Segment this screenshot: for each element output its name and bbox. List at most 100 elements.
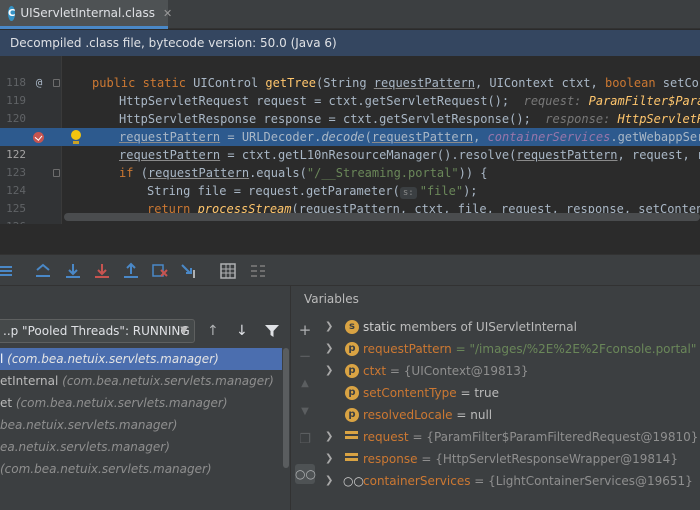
code-token: if [119,166,141,180]
code-line[interactable]: 125 String file = request.getParameter(s… [0,182,700,215]
code-token: ( [364,130,372,144]
close-icon[interactable]: ✕ [163,7,172,20]
minus-icon[interactable]: − [295,346,315,366]
thread-selector-bar: ..p "Pooled Threads": RUNNING ▼ ↑ ↓ [0,318,290,344]
variable-row[interactable]: ❯ s static members of UIServletInternal [319,316,700,338]
variable-row[interactable]: p resolvedLocale = null [319,404,700,426]
code-token: containerServices [487,130,611,144]
code-token: .getWebappServic [610,130,700,144]
move-up-icon[interactable]: ▲ [295,374,315,394]
arrow-down-icon[interactable]: ↓ [236,323,248,339]
code-token: HttpServletRequest request = ctxt.getSer… [119,94,510,108]
code-token: "/__Streaming.portal" [306,166,459,180]
breakpoint-icon[interactable] [33,132,44,143]
code-token: getTree [265,76,316,90]
watch-glasses-icon: ○○ [343,474,364,488]
code-token: requestPattern [516,148,618,162]
banner-text: Decompiled .class file, bytecode version… [10,36,337,50]
variable-row[interactable]: ❯ request = {ParamFilter$ParamFilteredRe… [319,426,700,448]
copy-icon[interactable]: ❐ [295,430,315,450]
variable-row[interactable]: ❯ ○○ containerServices = {LightContainer… [319,470,700,492]
glasses-icon[interactable]: ○○ [295,464,316,484]
code-token: requestPattern [119,130,221,144]
plus-icon[interactable]: + [295,320,315,340]
chevron-right-icon[interactable]: ❯ [325,338,333,360]
frame-item[interactable]: bea.netuix.servlets.manager) [0,414,282,436]
frame-item[interactable]: l (com.bea.netuix.servlets.manager) [0,348,282,370]
variable-row[interactable]: ❯ p ctxt = {UIContext@19813} [319,360,700,382]
filter-icon[interactable] [264,324,280,338]
frame-item[interactable]: et (com.bea.netuix.servlets.manager) [0,392,282,414]
chevron-right-icon[interactable]: ❯ [325,426,333,448]
variables-toolbar: + − ▲ ▼ ❐ ○○ [291,316,319,510]
code-token: setConten [662,76,700,90]
trace-icon[interactable] [248,261,268,281]
editor-tab-bar: C UIServletInternal.class ✕ [0,0,700,29]
chevron-right-icon[interactable]: ❯ [325,470,333,492]
code-token: , [473,130,488,144]
code-editor[interactable]: 118 119 @ public static UIControl getTre… [0,56,700,224]
chevron-down-icon: ▼ [180,325,188,336]
variable-row[interactable]: ❯ p requestPattern = "/images/%2E%2E%2Fc… [319,338,700,360]
horizontal-scrollbar[interactable] [64,213,700,221]
class-c-icon: C [8,5,16,21]
code-token: "file" [419,184,464,198]
chevron-right-icon[interactable]: ❯ [325,448,333,470]
run-to-cursor-icon[interactable] [179,261,199,281]
code-line[interactable]: 119 @ public static UIControl getTree(St… [0,74,700,107]
force-step-into-icon[interactable] [92,261,112,281]
drop-frame-icon[interactable] [150,261,170,281]
step-over-icon[interactable] [63,261,83,281]
frame-list: l (com.bea.netuix.servlets.manager) etIn… [0,348,282,510]
code-token: = URLDecoder. [220,130,322,144]
lightbulb-icon[interactable] [70,130,82,144]
code-token: requestPattern [373,76,475,90]
parameter-icon: p [345,386,359,400]
decompiled-banner: Decompiled .class file, bytecode version… [0,30,700,56]
hamburger-icon[interactable] [0,261,20,281]
fold-icon[interactable] [53,79,60,87]
code-token: )) { [458,166,488,180]
frame-item[interactable]: etInternal (com.bea.netuix.servlets.mana… [0,370,282,392]
frame-item[interactable]: (com.bea.netuix.servlets.manager) [0,458,282,480]
tab-uiservletinternal[interactable]: C UIServletInternal.class ✕ [0,0,172,29]
code-line[interactable]: 118 [0,56,700,89]
variables-tree: ❯ s static members of UIServletInternal … [319,316,700,510]
evaluate-expression-icon[interactable] [218,261,238,281]
arrow-up-icon[interactable]: ↑ [207,323,219,339]
field-icon [345,452,359,466]
code-token: requestPattern [147,166,250,180]
code-line[interactable]: 124 if (requestPattern.equals("/__Stream… [0,164,700,197]
frame-item[interactable] [0,480,282,502]
code-token: = ctxt.getL10nResourceManager().resolve( [220,148,517,162]
static-icon: s [345,320,359,334]
debugger-toolbar [0,254,700,286]
chevron-right-icon[interactable]: ❯ [325,316,333,338]
move-down-icon[interactable]: ▼ [295,402,315,422]
frames-scrollbar[interactable] [283,348,289,468]
parameter-icon: p [345,408,359,422]
thread-dropdown-value: ..p "Pooled Threads": RUNNING [3,324,190,338]
step-out-icon[interactable] [121,261,141,281]
parameter-icon: p [345,364,359,378]
code-token: requestPattern [119,148,221,162]
frame-item[interactable]: ea.netuix.servlets.manager) [0,436,282,458]
inline-value-hint: response: HttpServletResp [545,112,700,126]
variables-title: Variables [304,292,359,306]
inline-value-hint: request: ParamFilter$ParamFi [523,94,700,108]
variable-row[interactable]: ❯ response = {HttpServletResponseWrapper… [319,448,700,470]
show-execution-point-icon[interactable] [34,261,54,281]
thread-dropdown[interactable]: ..p "Pooled Threads": RUNNING ▼ [0,319,195,343]
variable-row[interactable]: p setContentType = true [319,382,700,404]
parameter-icon: p [345,342,359,356]
code-token: ); [463,184,478,198]
code-token: HttpServletResponse response = ctxt.getS… [119,112,531,126]
chevron-right-icon[interactable]: ❯ [325,360,333,382]
code-line[interactable]: 123 requestPattern = ctxt.getL10nResourc… [0,146,700,179]
fold-icon[interactable] [53,169,60,177]
code-token: public static [92,76,194,90]
code-line[interactable]: 120 HttpServletRequest request = ctxt.ge… [0,92,700,125]
override-at-icon[interactable]: @ [33,77,45,89]
code-line[interactable]: 121 HttpServletResponse response = ctxt.… [0,110,700,143]
code-line-current[interactable]: 122 requestPattern = URLDecoder.decode(r… [0,128,700,161]
